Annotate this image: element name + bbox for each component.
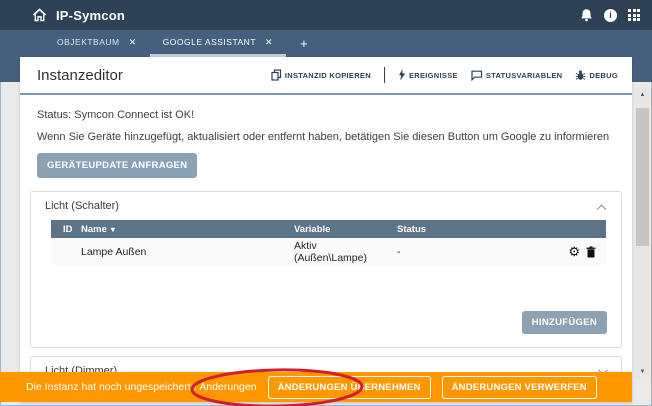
request-device-update-button[interactable]: GERÄTEUPDATE ANFRAGEN bbox=[37, 153, 197, 178]
row-actions: ⚙ bbox=[556, 245, 606, 258]
column-header-variable: Variable bbox=[286, 224, 389, 235]
add-device-button[interactable]: HINZUFÜGEN bbox=[522, 311, 607, 334]
panel-title: Licht (Schalter) bbox=[45, 200, 119, 212]
column-header-status: Status bbox=[389, 224, 556, 235]
editor-toolbar: INSTANZID KOPIEREN EREIGNISSE STATUSVARI… bbox=[271, 67, 618, 83]
new-tab-button[interactable]: + bbox=[286, 30, 322, 57]
speech-bubble-icon bbox=[471, 70, 483, 81]
home-icon[interactable] bbox=[32, 8, 47, 22]
tab-objektbaum[interactable]: OBJEKTBAUM ✕ bbox=[44, 30, 150, 57]
statusvariables-button[interactable]: STATUSVARIABLEN bbox=[471, 70, 563, 81]
top-navbar: IP-Symcon i bbox=[0, 0, 652, 30]
sort-caret-icon: ▾ bbox=[111, 225, 115, 234]
brand: IP-Symcon bbox=[32, 8, 125, 23]
tool-label: STATUSVARIABLEN bbox=[486, 71, 563, 80]
card-header: Instanzeditor INSTANZID KOPIEREN EREIGNI… bbox=[20, 57, 632, 95]
page-title: Instanzeditor bbox=[37, 67, 123, 84]
copy-instanceid-button[interactable]: INSTANZID KOPIEREN bbox=[271, 69, 371, 81]
bug-icon bbox=[575, 70, 586, 81]
copy-icon bbox=[271, 69, 282, 81]
table-header-row: ID Name▾ Variable Status bbox=[51, 220, 606, 238]
table-row: Lampe Außen Aktiv (Außen\Lampe) - ⚙ bbox=[51, 238, 606, 265]
cell-status: - bbox=[389, 246, 556, 258]
connect-status-text: Status: Symcon Connect ist OK! bbox=[37, 109, 622, 121]
tool-label: DEBUG bbox=[589, 71, 618, 80]
unsaved-changes-message: Die Instanz hat noch ungespeicherte Ände… bbox=[26, 381, 257, 393]
lightning-icon bbox=[398, 69, 406, 81]
table-empty-space bbox=[31, 265, 621, 311]
app-window: IP-Symcon i OBJEKTBAUM ✕ GOOGLE ASSISTAN… bbox=[0, 0, 652, 406]
tab-label: GOOGLE ASSISTANT bbox=[163, 37, 256, 47]
tool-label: INSTANZID KOPIEREN bbox=[285, 71, 371, 80]
info-icon[interactable]: i bbox=[604, 9, 617, 22]
panel-licht-schalter: Licht (Schalter) ID Name▾ Variable Statu… bbox=[30, 191, 622, 348]
apply-changes-button[interactable]: ÄNDERUNGEN ÜBERNEHMEN bbox=[268, 376, 431, 399]
app-title: IP-Symcon bbox=[56, 8, 125, 23]
column-header-id: ID bbox=[51, 224, 81, 235]
debug-button[interactable]: DEBUG bbox=[575, 70, 618, 81]
vertical-scrollbar[interactable]: ▲ ▼ bbox=[635, 88, 650, 378]
tab-label: OBJEKTBAUM bbox=[57, 37, 120, 47]
close-icon[interactable]: ✕ bbox=[265, 37, 273, 48]
cell-variable: Aktiv (Außen\Lampe) bbox=[286, 240, 389, 264]
column-header-name[interactable]: Name▾ bbox=[81, 224, 286, 235]
devices-table: ID Name▾ Variable Status Lampe Außen Akt… bbox=[51, 220, 606, 265]
toolbar-divider bbox=[384, 67, 385, 83]
trash-icon[interactable] bbox=[586, 246, 596, 258]
instance-editor-card: Instanzeditor INSTANZID KOPIEREN EREIGNI… bbox=[20, 57, 632, 402]
panel-header-licht-schalter[interactable]: Licht (Schalter) bbox=[31, 192, 621, 220]
cell-name: Lampe Außen bbox=[81, 246, 286, 258]
close-icon[interactable]: ✕ bbox=[129, 37, 137, 48]
tab-google-assistant[interactable]: GOOGLE ASSISTANT ✕ bbox=[150, 30, 286, 57]
events-button[interactable]: EREIGNISSE bbox=[398, 69, 458, 81]
unsaved-changes-bar: Die Instanz hat noch ungespeicherte Ände… bbox=[0, 372, 632, 402]
tool-label: EREIGNISSE bbox=[409, 71, 458, 80]
tab-bar: OBJEKTBAUM ✕ GOOGLE ASSISTANT ✕ + bbox=[0, 30, 652, 57]
bell-icon[interactable] bbox=[580, 8, 593, 22]
scroll-down-button[interactable]: ▼ bbox=[635, 365, 650, 378]
scrollbar-thumb[interactable] bbox=[636, 108, 649, 246]
scroll-up-button[interactable]: ▲ bbox=[635, 88, 650, 101]
navbar-actions: i bbox=[580, 8, 642, 22]
chevron-up-icon bbox=[597, 204, 607, 214]
gear-icon[interactable]: ⚙ bbox=[568, 245, 580, 258]
update-info-text: Wenn Sie Geräte hinzugefügt, aktualisier… bbox=[37, 131, 622, 143]
apps-grid-icon[interactable] bbox=[628, 9, 640, 21]
panel-actions: HINZUFÜGEN bbox=[31, 311, 621, 347]
card-body: Status: Symcon Connect ist OK! Wenn Sie … bbox=[20, 109, 632, 386]
discard-changes-button[interactable]: ÄNDERUNGEN VERWERFEN bbox=[442, 376, 597, 399]
